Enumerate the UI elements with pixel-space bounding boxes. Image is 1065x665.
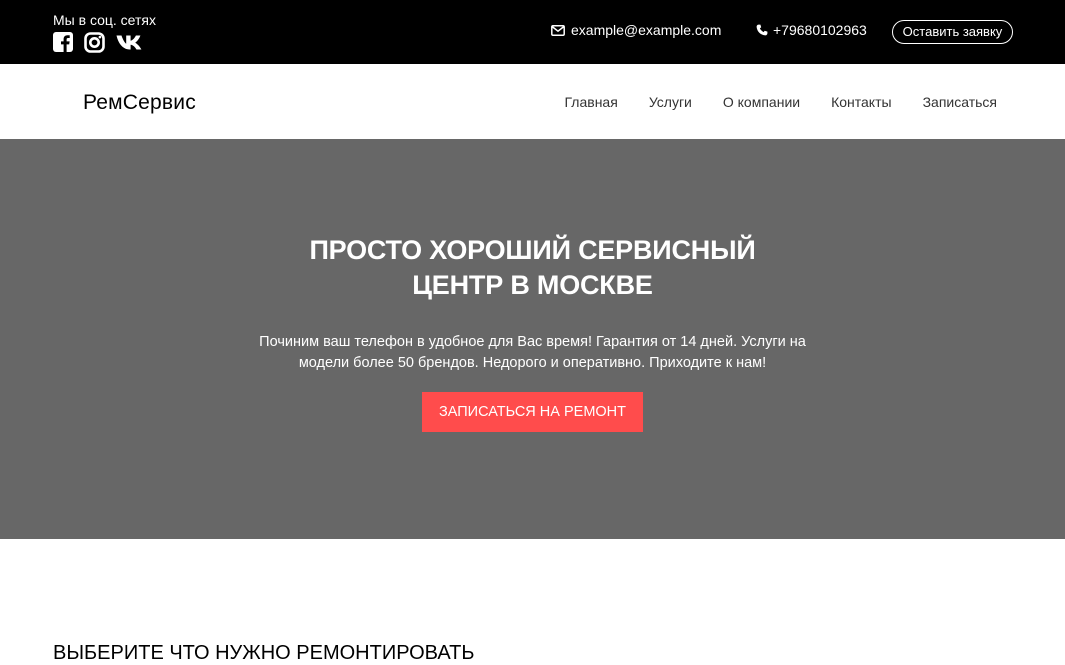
nav-menu: Главная Услуги О компании Контакты Запис… [565,94,997,110]
envelope-icon [551,24,565,36]
phone-icon [756,24,768,36]
nav-item-contacts[interactable]: Контакты [831,94,891,110]
hero-title: ПРОСТО ХОРОШИЙ СЕРВИСНЫЙ ЦЕНТР В МОСКВЕ [309,235,756,300]
hero-description: Починим ваш телефон в удобное для Вас вр… [259,334,806,371]
phone-text[interactable]: +79680102963 [773,21,867,39]
logo[interactable]: РемСервис [83,91,196,115]
email-text[interactable]: example@example.com [571,21,721,39]
request-button[interactable]: Оставить заявку [892,20,1013,44]
facebook-icon[interactable] [53,32,73,52]
nav-item-about[interactable]: О компании [723,94,800,110]
contact-phone[interactable]: +79680102963 [756,21,867,39]
contact-email[interactable]: example@example.com [551,21,721,39]
instagram-icon[interactable] [84,31,105,53]
main-navigation: РемСервис Главная Услуги О компании Конт… [0,64,1065,139]
section-title: ВЫБЕРИТЕ ЧТО НУЖНО РЕМОНТИРОВАТЬ [53,642,475,664]
vk-icon[interactable] [116,34,144,51]
social-label: Мы в соц. сетях [53,12,156,28]
nav-item-services[interactable]: Услуги [649,94,692,110]
nav-item-signup[interactable]: Записаться [923,94,997,110]
repair-signup-button[interactable]: ЗАПИСАТЬСЯ НА РЕМОНТ [422,392,643,432]
nav-item-home[interactable]: Главная [565,94,618,110]
social-icons [53,31,144,53]
top-bar: Мы в соц. сетях example@example.com +796… [0,0,1065,64]
hero-section: ПРОСТО ХОРОШИЙ СЕРВИСНЫЙ ЦЕНТР В МОСКВЕ … [0,139,1065,539]
